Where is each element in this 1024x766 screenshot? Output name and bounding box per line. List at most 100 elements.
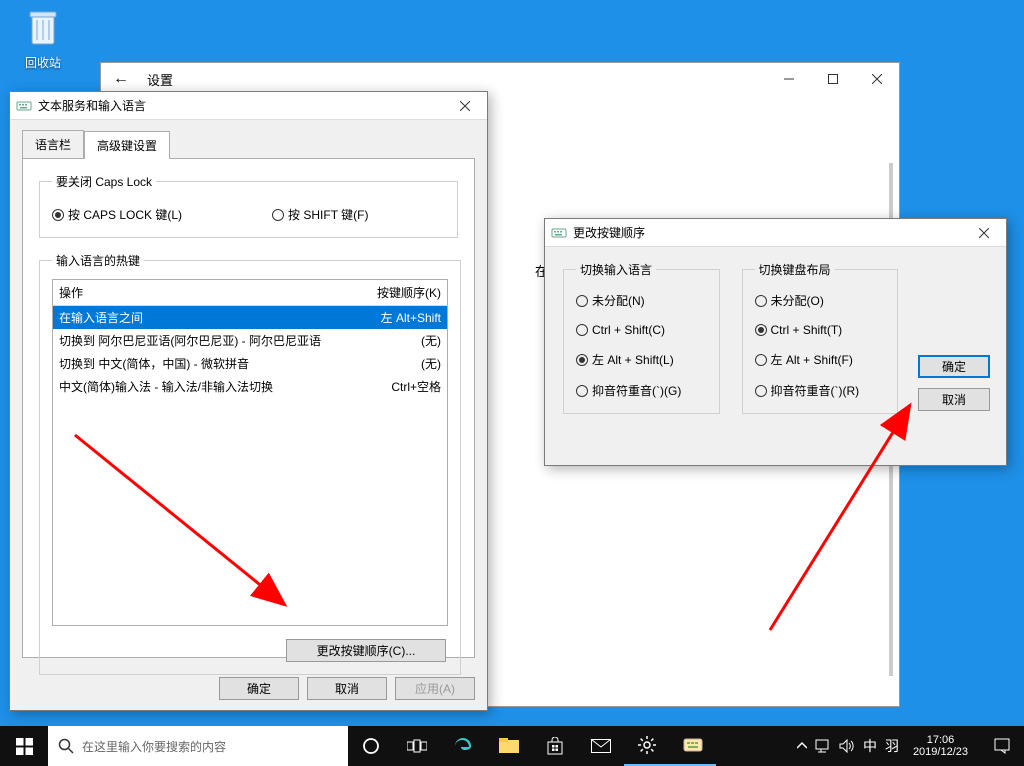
edge-icon[interactable] [440, 726, 486, 766]
caps-lock-radio[interactable]: 按 CAPS LOCK 键(L) [52, 206, 182, 223]
radio-ctrl-shift[interactable]: Ctrl + Shift(T) [755, 323, 886, 337]
hotkeys-list[interactable]: 在输入语言之间左 Alt+Shift 切换到 阿尔巴尼亚语(阿尔巴尼亚) - 阿… [52, 306, 448, 626]
search-placeholder: 在这里输入你要搜索的内容 [82, 738, 226, 755]
caps-lock-group: 要关闭 Caps Lock 按 CAPS LOCK 键(L) 按 SHIFT 键… [39, 173, 458, 238]
dialog-title: 更改按键顺序 [573, 224, 968, 241]
switch-keyboard-layout-group: 切换键盘布局 未分配(O) Ctrl + Shift(T) 左 Alt + Sh… [742, 261, 899, 414]
group-legend: 切换键盘布局 [755, 261, 835, 278]
ok-button[interactable]: 确定 [918, 355, 990, 378]
radio-icon [755, 295, 767, 307]
ime-indicator[interactable]: 中 [863, 739, 877, 753]
radio-label: Ctrl + Shift(T) [771, 323, 843, 337]
task-view-icon[interactable] [394, 726, 440, 766]
cell: (无) [321, 332, 441, 349]
close-button[interactable] [449, 96, 481, 116]
recycle-bin-icon [22, 8, 64, 50]
switch-input-language-group: 切换输入语言 未分配(N) Ctrl + Shift(C) 左 Alt + Sh… [563, 261, 720, 414]
radio-left-alt-shift[interactable]: 左 Alt + Shift(F) [755, 351, 886, 368]
radio-label: 抑音符重音(`)(G) [592, 382, 681, 399]
start-button[interactable] [0, 726, 48, 766]
settings-icon[interactable] [624, 726, 670, 766]
group-legend: 切换输入语言 [576, 261, 656, 278]
hotkeys-group: 输入语言的热键 操作 按键顺序(K) 在输入语言之间左 Alt+Shift 切换… [39, 252, 461, 675]
cell: 切换到 阿尔巴尼亚语(阿尔巴尼亚) - 阿尔巴尼亚语 [59, 332, 321, 349]
radio-icon [52, 209, 64, 221]
radio-icon [755, 385, 767, 397]
cell: 中文(简体)输入法 - 输入法/非输入法切换 [59, 378, 321, 395]
tray-expand-icon[interactable] [797, 741, 807, 751]
col-action: 操作 [53, 280, 327, 305]
time: 17:06 [913, 734, 968, 746]
radio-grave-accent[interactable]: 抑音符重音(`)(G) [576, 382, 707, 399]
maximize-button[interactable] [811, 65, 855, 93]
ime-mode-indicator[interactable]: 羽 [885, 739, 899, 753]
taskbar: 在这里输入你要搜索的内容 中 羽 17:06 2019/12/23 [0, 726, 1024, 766]
radio-unassigned[interactable]: 未分配(N) [576, 292, 707, 309]
cell: (无) [321, 355, 441, 372]
keyboard-icon [16, 98, 32, 114]
col-sequence: 按键顺序(K) [327, 280, 447, 305]
network-icon[interactable] [815, 739, 831, 753]
volume-icon[interactable] [839, 739, 855, 753]
radio-icon [755, 324, 767, 336]
list-item[interactable]: 在输入语言之间左 Alt+Shift [53, 306, 447, 329]
list-item[interactable]: 切换到 阿尔巴尼亚语(阿尔巴尼亚) - 阿尔巴尼亚语(无) [53, 329, 447, 352]
store-icon[interactable] [532, 726, 578, 766]
search-input[interactable]: 在这里输入你要搜索的内容 [48, 726, 348, 766]
mail-icon[interactable] [578, 726, 624, 766]
hotkeys-legend: 输入语言的热键 [52, 252, 144, 269]
cancel-button[interactable]: 取消 [918, 388, 990, 411]
close-button[interactable] [968, 223, 1000, 243]
radio-label: 左 Alt + Shift(L) [592, 351, 674, 368]
search-icon [58, 738, 74, 754]
cell: 左 Alt+Shift [321, 309, 441, 326]
dialog-title: 文本服务和输入语言 [38, 97, 449, 114]
radio-icon [272, 209, 284, 221]
date: 2019/12/23 [913, 746, 968, 758]
radio-label: 按 CAPS LOCK 键(L) [68, 206, 182, 223]
radio-label: 抑音符重音(`)(R) [771, 382, 860, 399]
recycle-bin[interactable]: 回收站 [8, 8, 78, 71]
cell: 切换到 中文(简体，中国) - 微软拼音 [59, 355, 321, 372]
change-sequence-button[interactable]: 更改按键顺序(C)... [286, 639, 446, 662]
list-header: 操作 按键顺序(K) [52, 279, 448, 306]
clock[interactable]: 17:06 2019/12/23 [907, 734, 974, 758]
recycle-bin-label: 回收站 [8, 54, 78, 71]
radio-icon [576, 354, 588, 366]
radio-label: Ctrl + Shift(C) [592, 323, 665, 337]
cancel-button[interactable]: 取消 [307, 677, 387, 700]
ime-app-icon[interactable] [670, 726, 716, 766]
radio-label: 左 Alt + Shift(F) [771, 351, 853, 368]
radio-unassigned[interactable]: 未分配(O) [755, 292, 886, 309]
radio-ctrl-shift[interactable]: Ctrl + Shift(C) [576, 323, 707, 337]
text-services-dialog: 文本服务和输入语言 语言栏 高级键设置 要关闭 Caps Lock 按 CAPS… [9, 91, 488, 711]
shift-radio[interactable]: 按 SHIFT 键(F) [272, 206, 368, 223]
radio-left-alt-shift[interactable]: 左 Alt + Shift(L) [576, 351, 707, 368]
cortana-icon[interactable] [348, 726, 394, 766]
radio-icon [576, 295, 588, 307]
radio-icon [576, 385, 588, 397]
radio-icon [755, 354, 767, 366]
change-key-sequence-dialog: 更改按键顺序 切换输入语言 未分配(N) Ctrl + Shift(C) 左 A… [544, 218, 1007, 466]
back-button[interactable]: ← [101, 70, 141, 88]
settings-title: 设置 [141, 70, 767, 89]
list-item[interactable]: 切换到 中文(简体，中国) - 微软拼音(无) [53, 352, 447, 375]
cell: Ctrl+空格 [321, 378, 441, 395]
file-explorer-icon[interactable] [486, 726, 532, 766]
tab-lang-bar[interactable]: 语言栏 [22, 130, 84, 158]
radio-grave-accent[interactable]: 抑音符重音(`)(R) [755, 382, 886, 399]
caps-lock-legend: 要关闭 Caps Lock [52, 173, 156, 190]
keyboard-icon [551, 225, 567, 241]
radio-icon [576, 324, 588, 336]
action-center-icon[interactable] [982, 726, 1022, 766]
apply-button: 应用(A) [395, 677, 475, 700]
windows-icon [16, 738, 33, 755]
radio-label: 按 SHIFT 键(F) [288, 206, 368, 223]
close-button[interactable] [855, 65, 899, 93]
list-item[interactable]: 中文(简体)输入法 - 输入法/非输入法切换Ctrl+空格 [53, 375, 447, 398]
radio-label: 未分配(O) [771, 292, 824, 309]
tab-advanced-keys[interactable]: 高级键设置 [84, 131, 170, 159]
cell: 在输入语言之间 [59, 309, 321, 326]
minimize-button[interactable] [767, 65, 811, 93]
ok-button[interactable]: 确定 [219, 677, 299, 700]
